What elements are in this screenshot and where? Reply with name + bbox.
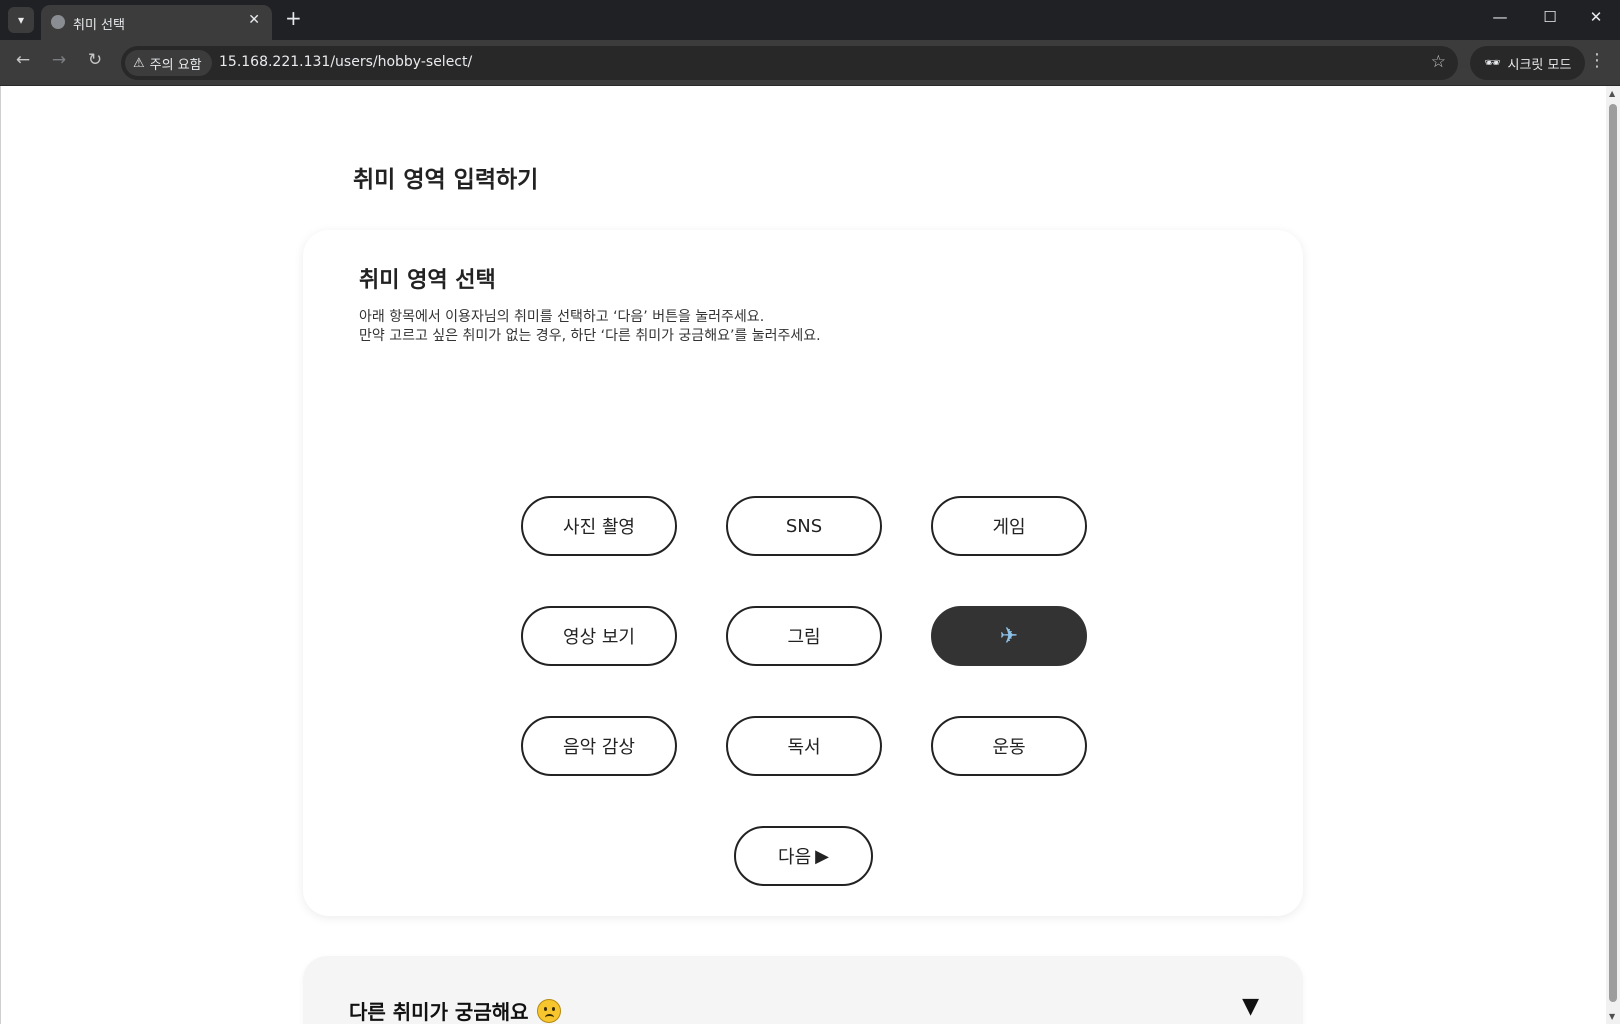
scroll-down-icon[interactable]: ▼ (1609, 1012, 1615, 1021)
scroll-up-icon[interactable]: ▲ (1609, 89, 1615, 98)
play-icon: ▶ (815, 845, 829, 867)
accordion-title-text: 다른 취미가 궁금해요 (349, 1000, 529, 1024)
tab-search-icon[interactable]: ▾ (8, 7, 34, 33)
other-hobbies-accordion[interactable]: 다른 취미가 궁금해요 ▼ (303, 956, 1303, 1024)
description-line: 만약 고르고 싶은 취미가 없는 경우, 하단 ‘다른 취미가 궁금해요’를 눌… (359, 328, 821, 344)
browser-tab-bar: ▾ 취미 선택 ✕ + — ☐ ✕ (0, 0, 1620, 40)
next-button[interactable]: 다음 ▶ (734, 826, 873, 886)
bookmark-star-icon[interactable]: ☆ (1431, 52, 1446, 72)
minimize-icon[interactable]: — (1490, 8, 1510, 26)
hobby-button-reading[interactable]: 독서 (726, 716, 882, 776)
hobby-button-sns[interactable]: SNS (726, 496, 882, 556)
hobby-button-music[interactable]: 음악 감상 (521, 716, 677, 776)
hobby-button-exercise[interactable]: 운동 (931, 716, 1087, 776)
accordion-title: 다른 취미가 궁금해요 (349, 996, 561, 1024)
incognito-chip[interactable]: 🕶 시크릿 모드 (1470, 46, 1586, 80)
reload-icon[interactable]: ↻ (83, 50, 107, 70)
browser-menu-icon[interactable]: ⋮ (1588, 50, 1606, 71)
globe-icon (51, 15, 65, 29)
new-tab-button[interactable]: + (285, 6, 302, 30)
page-title: 취미 영역 입력하기 (353, 167, 539, 193)
maximize-icon[interactable]: ☐ (1540, 8, 1560, 26)
back-icon[interactable]: ← (11, 50, 35, 70)
chevron-down-icon[interactable]: ▼ (1242, 994, 1259, 1019)
scrollbar[interactable]: ▲ ▼ (1606, 86, 1620, 1024)
airplane-icon: ✈ (999, 623, 1019, 649)
page-viewport: 취미 영역 입력하기 취미 영역 선택 아래 항목에서 이용자님의 취미를 선택… (0, 86, 1620, 1024)
tab-close-icon[interactable]: ✕ (248, 12, 260, 28)
card-title: 취미 영역 선택 (359, 268, 496, 293)
incognito-label: 시크릿 모드 (1507, 57, 1572, 73)
description-line: 아래 항목에서 이용자님의 취미를 선택하고 ‘다음’ 버튼을 눌러주세요. (359, 309, 765, 325)
warning-icon: ⚠ (133, 55, 145, 71)
hobby-button-video[interactable]: 영상 보기 (521, 606, 677, 666)
worried-face-icon (536, 998, 561, 1023)
tab-title: 취미 선택 (73, 18, 125, 33)
hobby-button-game[interactable]: 게임 (931, 496, 1087, 556)
browser-toolbar: ← → ↻ ⚠ 주의 요함 15.168.221.131/users/hobby… (0, 40, 1620, 86)
address-bar[interactable]: ⚠ 주의 요함 15.168.221.131/users/hobby-selec… (121, 46, 1458, 80)
incognito-icon: 🕶 (1484, 55, 1501, 71)
browser-tab[interactable]: 취미 선택 ✕ (41, 5, 272, 40)
security-chip[interactable]: ⚠ 주의 요함 (125, 50, 212, 76)
window-close-icon[interactable]: ✕ (1586, 8, 1606, 26)
hobby-button-drawing[interactable]: 그림 (726, 606, 882, 666)
next-label: 다음 (778, 847, 812, 868)
hobby-button-travel[interactable]: ✈ (931, 606, 1087, 666)
scrollbar-thumb[interactable] (1609, 104, 1617, 1002)
url-text[interactable]: 15.168.221.131/users/hobby-select/ (219, 54, 472, 70)
security-label: 주의 요함 (149, 57, 202, 73)
hobby-select-card: 취미 영역 선택 아래 항목에서 이용자님의 취미를 선택하고 ‘다음’ 버튼을… (303, 230, 1303, 916)
card-description: 아래 항목에서 이용자님의 취미를 선택하고 ‘다음’ 버튼을 눌러주세요. 만… (359, 308, 821, 346)
forward-icon[interactable]: → (47, 50, 71, 70)
hobby-button-photo[interactable]: 사진 촬영 (521, 496, 677, 556)
